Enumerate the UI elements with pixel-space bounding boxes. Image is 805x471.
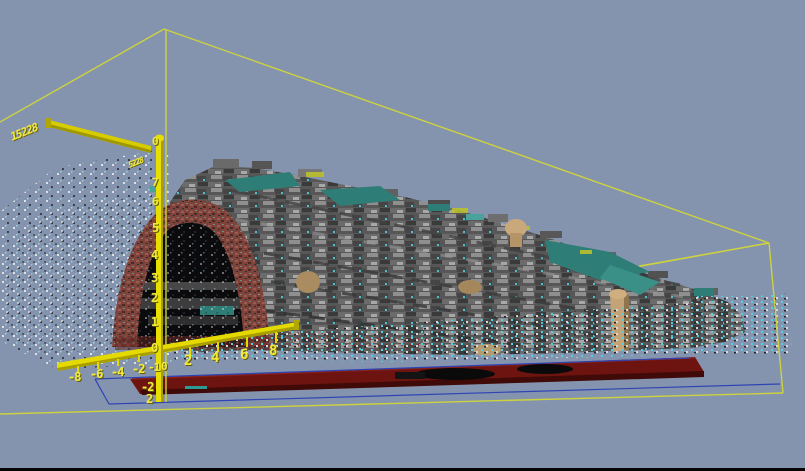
3d-viewport[interactable]: 076543210-22-8-6-4-2-102468152285228 [0, 0, 805, 471]
voxel-scene-canvas [0, 0, 805, 471]
